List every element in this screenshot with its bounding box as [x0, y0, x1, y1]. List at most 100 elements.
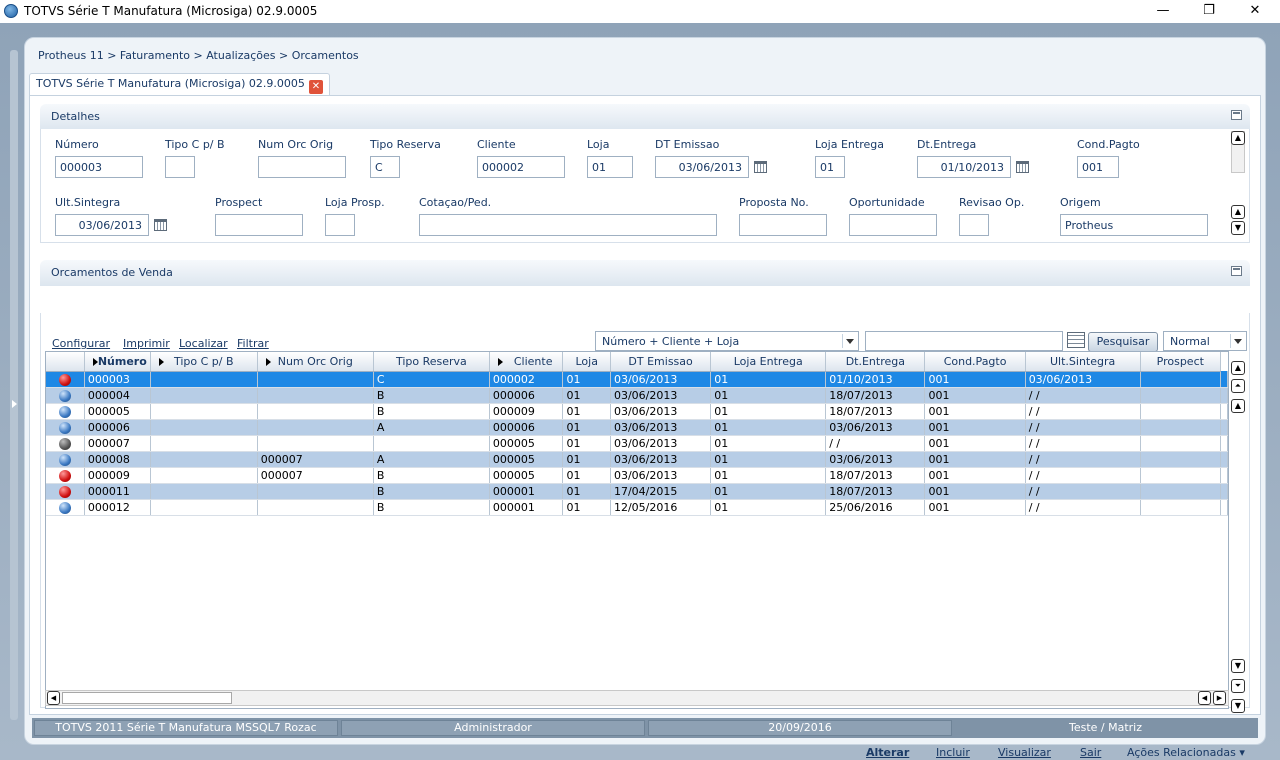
scroll-top-icon[interactable]: ▲: [1231, 361, 1245, 375]
tab-close-icon[interactable]: ✕: [308, 80, 323, 94]
filtrar-link[interactable]: Filtrar: [237, 337, 269, 350]
origem-field[interactable]: Protheus: [1060, 214, 1208, 236]
scroll-down-icon[interactable]: ▼: [1231, 221, 1245, 235]
minimize-panel-icon[interactable]: [1231, 110, 1242, 120]
num-orc-orig-field[interactable]: [258, 156, 346, 178]
scroll-left-icon[interactable]: ◀: [47, 691, 60, 705]
table-row[interactable]: 000009 000007 B 000005 01 03/06/2013 01 18/07/2…: [46, 467, 1228, 484]
prospect-field[interactable]: [215, 214, 303, 236]
scroll-up-icon[interactable]: ▲: [1231, 399, 1245, 413]
index-select[interactable]: Número + Cliente + Loja: [595, 331, 859, 351]
col-header-cond-pagto[interactable]: Cond.Pagto: [924, 352, 1026, 372]
cliente-field[interactable]: 000002: [477, 156, 565, 178]
loja-prosp-field[interactable]: [325, 214, 355, 236]
col-header-num-orc-orig[interactable]: Num Orc Orig: [257, 352, 374, 372]
calendar-icon[interactable]: [754, 161, 767, 173]
table-cell: 01: [710, 483, 827, 500]
details-title: Detalhes: [51, 110, 100, 123]
expand-arrow-icon[interactable]: [12, 400, 17, 408]
mode-select[interactable]: Normal: [1163, 331, 1247, 351]
table-cell: 000007: [84, 435, 151, 452]
table-row[interactable]: 000005 B 000009 01 03/06/2013 01 18/07/2013 001…: [46, 403, 1228, 420]
minimize-button[interactable]: —: [1140, 1, 1186, 21]
numero-field[interactable]: 000003: [55, 156, 143, 178]
loja-entrega-field[interactable]: 01: [815, 156, 845, 178]
scroll-up-icon[interactable]: ▲: [1231, 205, 1245, 219]
table-cell: [150, 387, 258, 404]
dt-emissao-field[interactable]: 03/06/2013: [655, 156, 749, 178]
cotacao-ped-field[interactable]: [419, 214, 717, 236]
col-header-ult-sintegra[interactable]: Ult.Sintegra: [1025, 352, 1141, 372]
table-row[interactable]: 000003 C 000002 01 03/06/2013 01 01/10/2013 001…: [46, 371, 1228, 388]
orcamentos-table: Número Tipo C p/ B Num Orc Orig Tipo Res…: [46, 352, 1228, 516]
table-row[interactable]: 000004 B 000006 01 03/06/2013 01 18/07/2013 001…: [46, 387, 1228, 404]
col-header-prospect[interactable]: Prospect: [1140, 352, 1222, 372]
cond-pagto-field[interactable]: 001: [1077, 156, 1119, 178]
scroll-bottom-icon[interactable]: ▼: [1231, 699, 1245, 713]
pesquisar-button[interactable]: Pesquisar: [1088, 332, 1158, 352]
oportunidade-field[interactable]: [849, 214, 937, 236]
chevron-down-icon[interactable]: [842, 334, 856, 348]
scroll-left-icon[interactable]: ◀: [1198, 691, 1211, 705]
scroll-up-icon[interactable]: ▲: [1231, 131, 1245, 145]
orcamentos-panel-header: Orcamentos de Venda: [40, 260, 1250, 286]
visualizar-button[interactable]: Visualizar: [998, 746, 1051, 759]
imprimir-link[interactable]: Imprimir: [123, 337, 170, 350]
col-header-dt-emissao[interactable]: DT Emissao: [610, 352, 712, 372]
col-header-loja[interactable]: Loja: [562, 352, 611, 372]
chevron-down-icon[interactable]: [1230, 334, 1244, 348]
table-cell: 03/06/2013: [610, 419, 712, 436]
table-cell: / /: [1025, 499, 1141, 516]
configurar-link[interactable]: Configurar: [52, 337, 110, 350]
alterar-button[interactable]: Alterar: [866, 746, 909, 759]
scroll-right-icon[interactable]: ▶: [1213, 691, 1226, 705]
col-header-cliente[interactable]: Cliente: [489, 352, 564, 372]
page-up-icon[interactable]: ⏶: [1231, 379, 1245, 393]
table-cell: 000003: [84, 371, 151, 388]
localizar-link[interactable]: Localizar: [179, 337, 228, 350]
revisao-op-field[interactable]: [959, 214, 989, 236]
scroll-down-icon[interactable]: ▼: [1231, 659, 1245, 673]
notepad-icon[interactable]: [1067, 332, 1085, 348]
side-collapse-rail[interactable]: [10, 50, 18, 720]
col-header-dt-entrega[interactable]: Dt.Entrega: [825, 352, 926, 372]
tipo-reserva-field[interactable]: C: [370, 156, 400, 178]
maximize-button[interactable]: ❐: [1186, 1, 1232, 21]
table-row[interactable]: 000007 000005 01 03/06/2013 01 / /001 / /: [46, 435, 1228, 452]
scroll-thumb[interactable]: [62, 692, 232, 704]
table-cell: [1140, 371, 1222, 388]
table-cell: 000005: [84, 403, 151, 420]
status-cell: [46, 451, 85, 468]
tab-orcamentos[interactable]: TOTVS Série T Manufatura (Microsiga) 02.…: [29, 73, 330, 95]
table-row[interactable]: 000006 A 000006 01 03/06/2013 01 03/06/2013 001…: [46, 419, 1228, 436]
table-cell: [257, 387, 374, 404]
table-cell: 03/06/2013: [610, 387, 712, 404]
horizontal-scrollbar[interactable]: ◀ ◀ ▶: [45, 690, 1229, 706]
table-cell: 000004: [84, 387, 151, 404]
col-header-tipo-reserva[interactable]: Tipo Reserva: [373, 352, 490, 372]
dt-entrega-field[interactable]: 01/10/2013: [917, 156, 1011, 178]
table-cell: 03/06/2013: [610, 371, 712, 388]
incluir-button[interactable]: Incluir: [936, 746, 970, 759]
search-input[interactable]: [865, 331, 1063, 351]
table-row[interactable]: 000008 000007 A 000005 01 03/06/2013 01 03/06/2…: [46, 451, 1228, 468]
minimize-panel-icon[interactable]: [1231, 266, 1242, 276]
loja-field[interactable]: 01: [587, 156, 633, 178]
col-header-loja-entrega[interactable]: Loja Entrega: [710, 352, 827, 372]
table-row[interactable]: 000012 B 000001 01 12/05/2016 01 25/06/2016 001…: [46, 499, 1228, 516]
sair-button[interactable]: Sair: [1080, 746, 1101, 759]
col-header-tipo-cpb[interactable]: Tipo C p/ B: [150, 352, 258, 372]
calendar-icon[interactable]: [1016, 161, 1029, 173]
close-window-button[interactable]: ✕: [1232, 1, 1278, 21]
ult-sintegra-field[interactable]: 03/06/2013: [55, 214, 149, 236]
acoes-relacionadas-menu[interactable]: Ações Relacionadas ▾: [1127, 746, 1245, 759]
index-select-value: Número + Cliente + Loja: [602, 335, 740, 348]
table-cell: 01: [562, 435, 611, 452]
col-header-numero[interactable]: Número: [84, 352, 151, 372]
calendar-icon[interactable]: [154, 219, 167, 231]
table-cell: 001: [924, 451, 1026, 468]
table-row[interactable]: 000011 B 000001 01 17/04/2015 01 18/07/2013 001…: [46, 483, 1228, 500]
proposta-no-field[interactable]: [739, 214, 827, 236]
tipo-cpb-field[interactable]: [165, 156, 195, 178]
page-down-icon[interactable]: ⏷: [1231, 679, 1245, 693]
